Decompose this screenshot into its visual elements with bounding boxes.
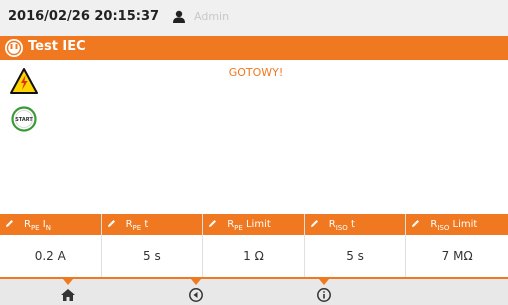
param-header: RPE Limit <box>203 214 304 235</box>
param-value: 5 s <box>304 235 406 277</box>
param-label: RISO Limit <box>430 219 478 232</box>
param-rpe-t[interactable]: RPE t 5 s <box>101 214 204 277</box>
status-message: GOTOWY! <box>228 66 284 79</box>
param-riso-t[interactable]: RISO t 5 s <box>304 214 407 277</box>
param-value: 7 MΩ <box>406 235 508 277</box>
home-icon <box>61 289 75 301</box>
start-button[interactable]: START <box>11 106 37 132</box>
param-header: RISO t <box>304 214 406 235</box>
param-rpe-in[interactable]: RPE IN 0.2 A <box>0 214 102 277</box>
page-title: Test IEC <box>28 39 86 54</box>
selector-triangle <box>191 279 201 285</box>
param-value: 1 Ω <box>203 235 304 277</box>
param-value: 5 s <box>101 235 203 277</box>
param-header: RPE t <box>101 214 203 235</box>
edit-icon <box>209 220 217 227</box>
user-icon <box>173 10 185 23</box>
status-bar: 2016/02/26 20:15:37 Admin <box>0 0 508 36</box>
edit-icon <box>6 220 13 227</box>
back-button[interactable] <box>146 279 246 305</box>
info-icon <box>317 288 331 302</box>
param-header: RISO Limit <box>406 214 508 235</box>
edit-icon <box>107 220 115 227</box>
param-riso-limit[interactable]: RISO Limit 7 MΩ <box>406 214 508 277</box>
selector-triangle <box>319 279 329 285</box>
plug-icon <box>5 39 23 57</box>
param-label: RPE t <box>125 219 149 232</box>
param-label: RPE Limit <box>227 219 271 232</box>
param-rpe-limit[interactable]: RPE Limit 1 Ω <box>203 214 305 277</box>
title-bar: Test IEC <box>0 36 508 60</box>
home-button[interactable] <box>18 279 118 305</box>
edit-icon <box>412 220 420 227</box>
user-name: Admin <box>194 10 230 23</box>
edit-icon <box>310 220 318 227</box>
bottom-nav <box>0 279 508 305</box>
parameter-bar: RPE IN 0.2 A RPE t 5 s RPE Limit 1 Ω RIS… <box>0 214 508 277</box>
selector-triangle <box>63 279 73 285</box>
start-icon: START <box>11 106 37 132</box>
back-icon <box>189 288 203 302</box>
info-button[interactable] <box>274 279 374 305</box>
param-header: RPE IN <box>0 214 101 235</box>
start-label: START <box>15 117 33 123</box>
param-label: RPE IN <box>24 219 51 232</box>
param-value: 0.2 A <box>0 235 101 277</box>
datetime: 2016/02/26 20:15:37 <box>8 9 160 24</box>
param-label: RISO t <box>328 219 355 232</box>
